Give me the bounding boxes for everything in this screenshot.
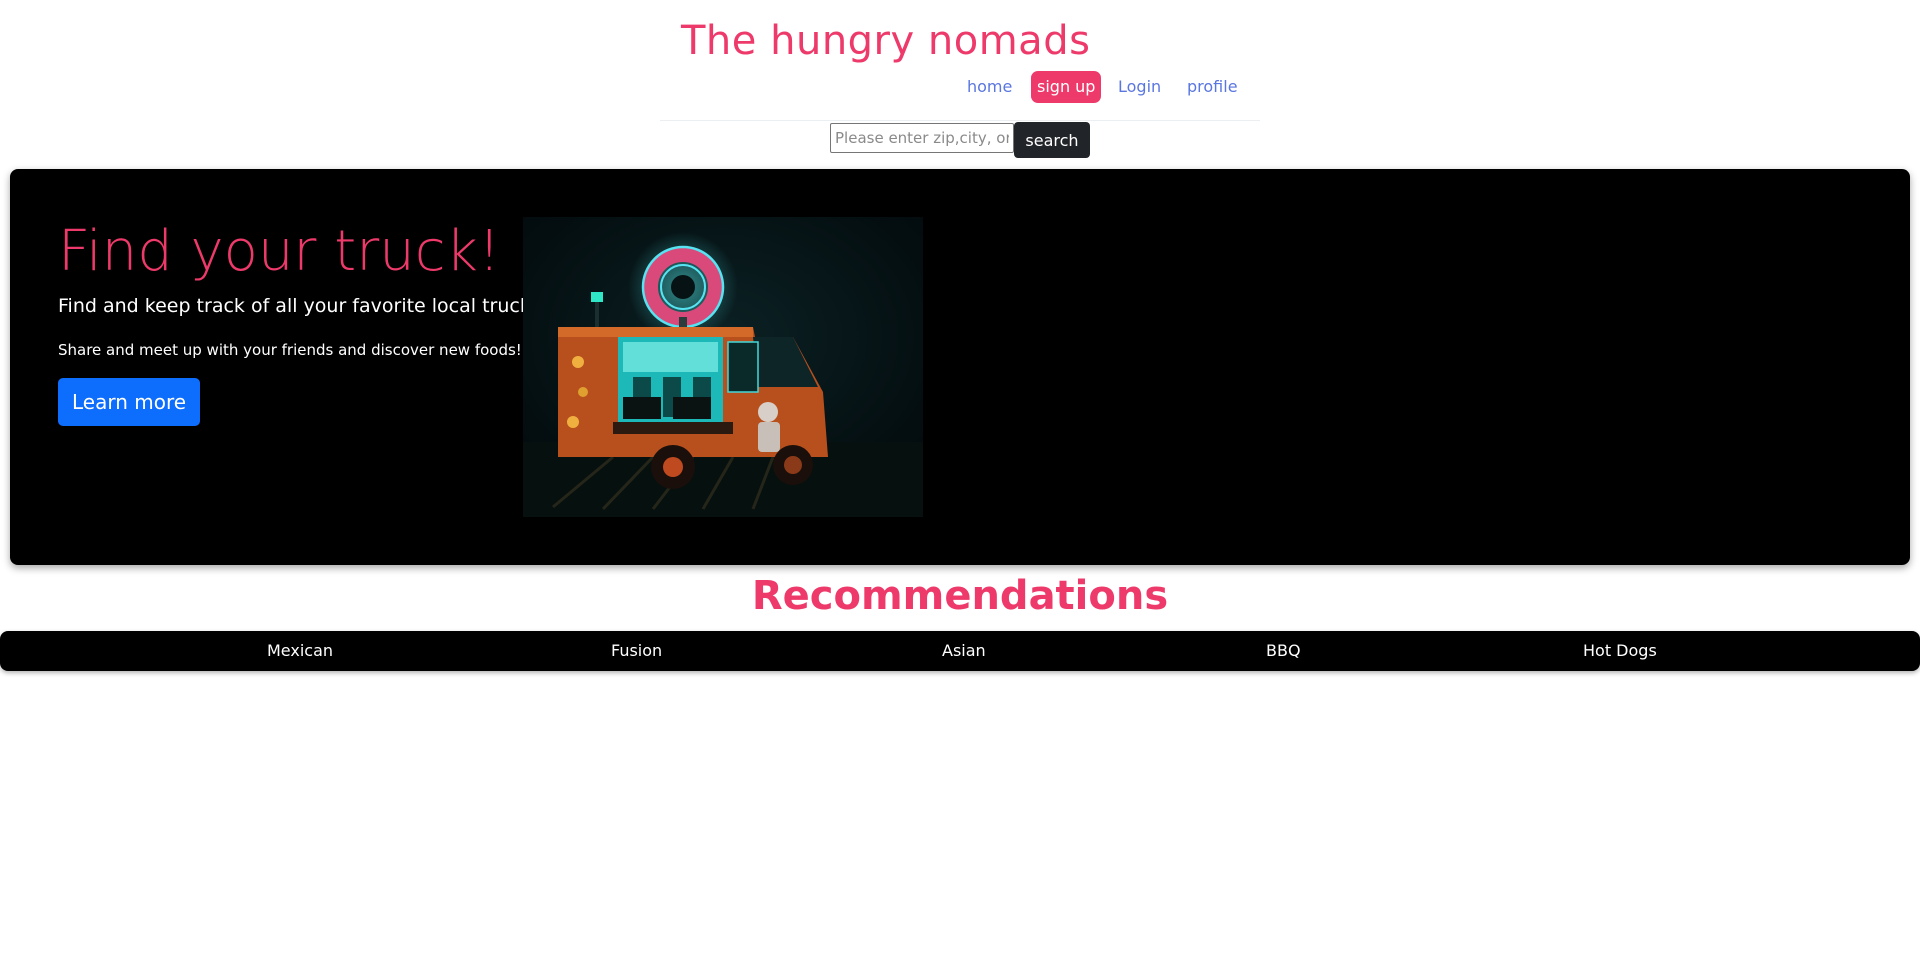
hero-subtext: Share and meet up with your friends and … bbox=[58, 341, 522, 359]
learn-more-button[interactable]: Learn more bbox=[58, 378, 200, 426]
search-button[interactable]: search bbox=[1014, 122, 1090, 158]
category-bar: Mexican Fusion Asian BBQ Hot Dogs bbox=[0, 631, 1920, 671]
category-fusion[interactable]: Fusion bbox=[611, 631, 662, 671]
category-hot-dogs[interactable]: Hot Dogs bbox=[1583, 631, 1657, 671]
site-header: The hungry nomads home sign up Login pro… bbox=[660, 0, 1260, 121]
nav-profile-link[interactable]: profile bbox=[1187, 71, 1238, 103]
search-input[interactable] bbox=[830, 123, 1014, 153]
recommendations-title: Recommendations bbox=[751, 573, 1169, 619]
category-bbq[interactable]: BBQ bbox=[1266, 631, 1301, 671]
main-nav: home sign up Login profile bbox=[660, 71, 1260, 105]
category-asian[interactable]: Asian bbox=[942, 631, 986, 671]
nav-signup-link[interactable]: sign up bbox=[1031, 71, 1102, 103]
hero-title: Find your truck! bbox=[58, 219, 501, 284]
hero-banner: Find your truck! Find and keep track of … bbox=[10, 169, 1910, 565]
nav-home-link[interactable]: home bbox=[967, 71, 1012, 103]
food-truck-image bbox=[523, 217, 923, 517]
hero-lead: Find and keep track of all your favorite… bbox=[58, 295, 549, 317]
nav-login-link[interactable]: Login bbox=[1118, 71, 1161, 103]
site-title: The hungry nomads bbox=[681, 18, 1091, 64]
category-mexican[interactable]: Mexican bbox=[267, 631, 333, 671]
